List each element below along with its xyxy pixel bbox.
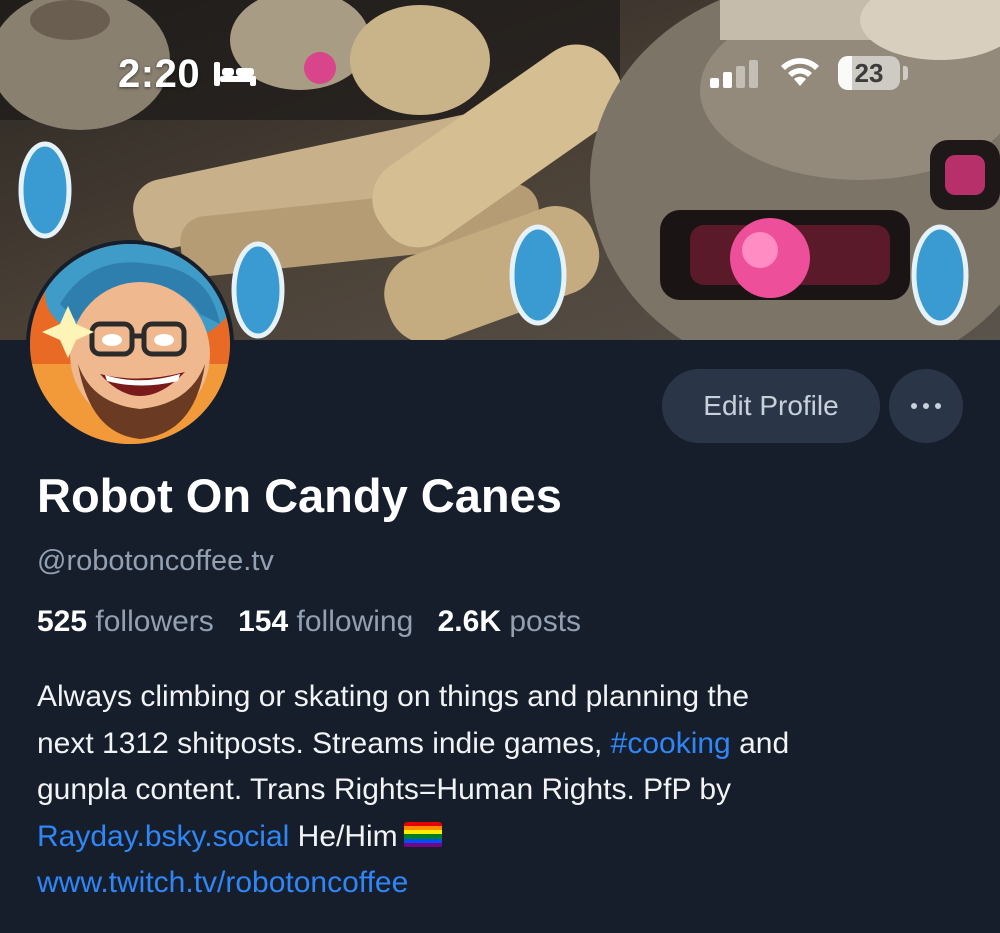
followers-label: followers [95, 605, 214, 638]
ellipsis-icon [923, 403, 929, 409]
status-time: 2:20 [118, 52, 201, 96]
avatar[interactable] [26, 240, 234, 448]
more-options-button[interactable] [889, 369, 963, 443]
bio-line: www.twitch.tv/robotoncoffee [37, 860, 967, 907]
profile-stats: 525 followers 154 following 2.6K posts [37, 605, 581, 639]
cellular-signal-icon [708, 58, 764, 95]
wifi-icon [778, 56, 822, 95]
rainbow-flag-icon [403, 821, 442, 848]
ellipsis-icon [935, 403, 941, 409]
bio-line: next 1312 shitposts. Streams indie games… [37, 721, 967, 768]
avatar-illustration [30, 244, 230, 444]
bio-line: gunpla content. Trans Rights=Human Right… [37, 773, 731, 806]
ellipsis-icon [911, 403, 917, 409]
battery-level [838, 56, 853, 90]
battery-indicator: 23 [838, 56, 900, 90]
mention-link[interactable]: Rayday.bsky.social [37, 820, 289, 853]
bio-text: He/Him [289, 819, 398, 853]
bio-text: next 1312 shitposts. Streams indie games… [37, 726, 611, 760]
battery-tip [903, 66, 908, 80]
display-name: Robot On Candy Canes [37, 469, 562, 522]
hashtag-link[interactable]: #cooking [611, 727, 731, 760]
bio-line: Rayday.bsky.social He/Him [37, 814, 967, 861]
battery-percent: 23 [854, 57, 884, 88]
bio-line: Always climbing or skating on things and… [37, 680, 750, 713]
followers-count: 525 [37, 605, 88, 638]
bio-text: and [730, 726, 790, 760]
following-count: 154 [238, 605, 289, 638]
followers-link[interactable]: 525 followers [37, 605, 214, 638]
following-label: following [296, 605, 414, 638]
following-link[interactable]: 154 following [238, 605, 413, 638]
bio: Always climbing or skating on things and… [37, 674, 967, 907]
website-link[interactable]: www.twitch.tv/robotoncoffee [37, 866, 408, 899]
edit-profile-button[interactable]: Edit Profile [662, 369, 880, 443]
posts-count: 2.6K [437, 605, 501, 638]
posts-label: posts [509, 605, 582, 638]
handle[interactable]: @robotoncoffee.tv [37, 545, 274, 578]
posts-stat: 2.6K posts [438, 605, 581, 638]
bed-icon [212, 60, 258, 93]
